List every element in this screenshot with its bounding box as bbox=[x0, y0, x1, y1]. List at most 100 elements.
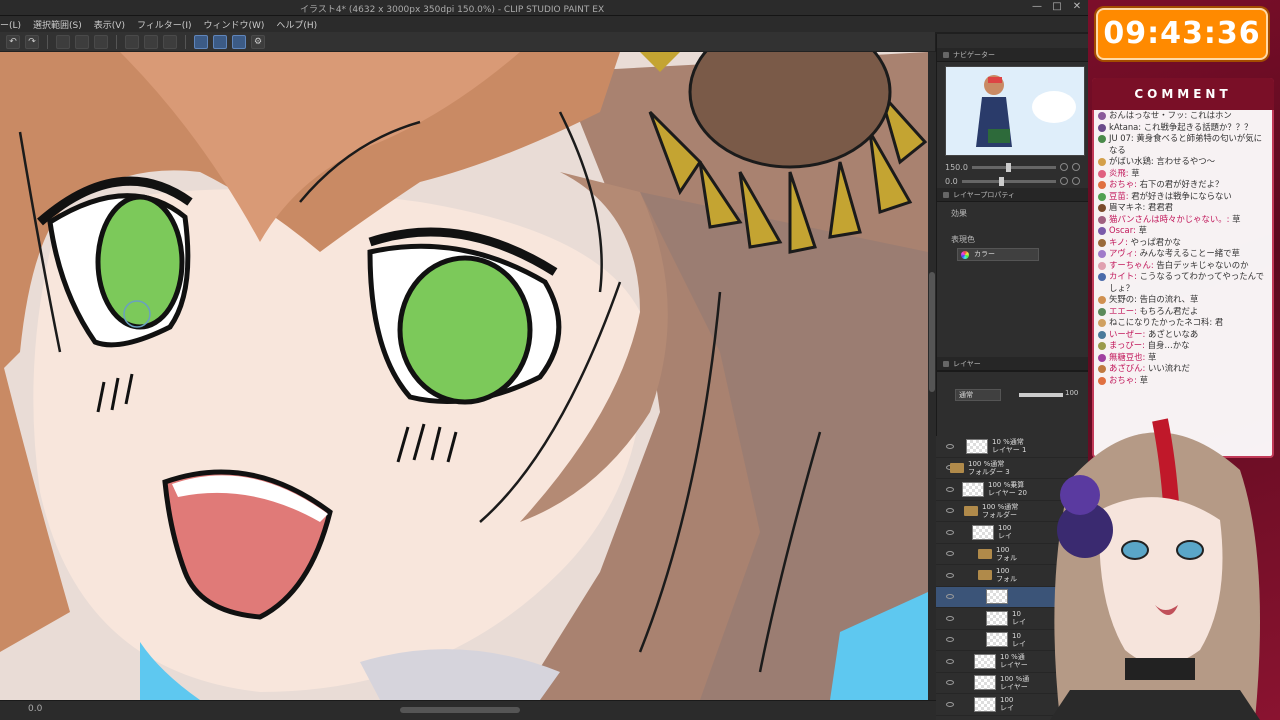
crop-icon[interactable] bbox=[144, 34, 158, 49]
commenter-name: JU 07: bbox=[1109, 133, 1134, 143]
layer-label: 100 フォル bbox=[996, 546, 1017, 562]
zoom-in-icon[interactable] bbox=[1072, 163, 1080, 171]
layer-name: レイヤー 1 bbox=[992, 446, 1027, 454]
window-controls: — □ ✕ bbox=[1032, 1, 1082, 13]
eye-icon[interactable] bbox=[946, 529, 954, 535]
invert-selection-icon[interactable] bbox=[163, 34, 177, 49]
fill-icon[interactable] bbox=[75, 34, 89, 49]
layer-label: 10 レイ bbox=[1012, 632, 1026, 648]
commenter-name: アヴィ: bbox=[1109, 248, 1137, 258]
vertical-scrollbar[interactable] bbox=[928, 52, 936, 700]
commenter-avatar-icon bbox=[1098, 169, 1106, 178]
minimize-icon[interactable]: — bbox=[1032, 1, 1042, 13]
commenter-avatar-icon bbox=[1098, 238, 1106, 247]
menu-window[interactable]: ウィンドウ(W) bbox=[203, 18, 264, 31]
layer-label: 10 %通 レイヤー bbox=[1000, 653, 1028, 669]
commenter-name: ねこになりたかったネコ科: bbox=[1109, 317, 1213, 327]
zoom-out-icon[interactable] bbox=[1060, 163, 1068, 171]
commenter-name: おんはっなせ・フッ: bbox=[1109, 110, 1188, 120]
folder-icon bbox=[964, 505, 978, 516]
comment-text: 草 bbox=[1145, 351, 1157, 362]
commenter-avatar-icon bbox=[1098, 204, 1106, 212]
commenter-avatar-icon bbox=[1098, 330, 1106, 339]
menu-view[interactable]: 表示(V) bbox=[94, 18, 125, 31]
eye-icon[interactable] bbox=[946, 637, 954, 643]
commenter-name: カイト: bbox=[1109, 271, 1137, 281]
transform-icon[interactable] bbox=[94, 34, 108, 49]
stream-timer: 09:43:36 bbox=[1096, 8, 1268, 60]
scroll-thumb[interactable] bbox=[929, 272, 935, 392]
expression-color-select[interactable]: カラー bbox=[957, 248, 1039, 261]
toolbar-divider bbox=[185, 34, 186, 49]
rotate-right-icon[interactable] bbox=[1072, 177, 1080, 185]
eye-icon[interactable] bbox=[946, 680, 954, 686]
comment-text: 言わせるやつ～ bbox=[1153, 156, 1215, 166]
navigator-preview[interactable] bbox=[945, 66, 1085, 156]
comment-item: 豆苗: 君が好きは戦争にならない bbox=[1098, 191, 1270, 203]
eye-icon[interactable] bbox=[946, 615, 954, 621]
comment-list: おんはっなせ・フッ: これはホン kAtana: これ戦争起きる話題か？？？ JU … bbox=[1098, 110, 1270, 386]
comment-item: 無糖豆也: 草 bbox=[1098, 352, 1270, 364]
layer-name: レイ bbox=[1012, 618, 1026, 626]
redo-icon[interactable]: ↷ bbox=[25, 34, 39, 49]
menu-help[interactable]: ヘルプ(H) bbox=[276, 18, 317, 31]
clear-icon[interactable] bbox=[56, 34, 70, 49]
settings-icon[interactable]: ⚙ bbox=[251, 34, 265, 49]
navigator-tab-label: ナビゲーター bbox=[953, 50, 995, 59]
layer-tab-label: レイヤー bbox=[953, 359, 981, 368]
rotate-slider[interactable] bbox=[961, 176, 1056, 186]
layer-name: レイヤー bbox=[1000, 682, 1028, 691]
deselect-icon[interactable] bbox=[125, 34, 139, 49]
comment-item: 眉マキネ: 君君君 bbox=[1098, 202, 1270, 214]
eye-icon[interactable] bbox=[946, 486, 954, 492]
comment-item: がばい水鶏: 言わせるやつ～ bbox=[1098, 156, 1270, 168]
commenter-avatar-icon bbox=[1098, 250, 1106, 258]
comment-text: 草 bbox=[1135, 225, 1147, 235]
menu-layer[interactable]: ー(L) bbox=[0, 18, 21, 31]
commenter-name: おちゃ: bbox=[1109, 179, 1137, 189]
eye-icon[interactable] bbox=[946, 701, 954, 707]
undo-icon[interactable]: ↶ bbox=[6, 34, 20, 49]
zoom-slider[interactable] bbox=[971, 162, 1056, 172]
rotate-slider-handle[interactable] bbox=[999, 176, 1005, 186]
comment-text: 右下の君が好きだよ？ bbox=[1136, 179, 1224, 189]
maximize-icon[interactable]: □ bbox=[1052, 1, 1062, 13]
menu-filter[interactable]: フィルター(I) bbox=[137, 18, 192, 31]
close-icon[interactable]: ✕ bbox=[1072, 1, 1082, 13]
eye-icon[interactable] bbox=[946, 594, 954, 600]
pen-mode-icon[interactable] bbox=[213, 34, 227, 49]
rotate-left-icon[interactable] bbox=[1060, 177, 1068, 185]
commenter-name: エエー: bbox=[1109, 305, 1137, 316]
comment-item: おちゃ: 右下の君が好きだよ？ bbox=[1098, 179, 1270, 191]
layer-property-tab[interactable]: レイヤープロパティ bbox=[937, 188, 1088, 202]
menu-selection[interactable]: 選択範囲(S) bbox=[33, 18, 82, 31]
vtuber-avatar bbox=[1050, 418, 1260, 720]
comment-text: 告白の流れ、草 bbox=[1136, 294, 1199, 304]
layer-tab[interactable]: レイヤー bbox=[937, 357, 1088, 371]
expression-color-value: カラー bbox=[974, 250, 995, 258]
eye-icon[interactable] bbox=[946, 658, 954, 664]
pen-mode-icon[interactable] bbox=[232, 34, 246, 49]
zoom-slider-handle[interactable] bbox=[1005, 162, 1011, 172]
layer-blend-percent: 100 %通 bbox=[1000, 674, 1030, 683]
commenter-avatar-icon bbox=[1098, 181, 1106, 189]
layer-label: 10 レイ bbox=[1012, 610, 1026, 626]
comment-item: 矢野の: 告白の流れ、草 bbox=[1098, 294, 1270, 306]
opacity-slider[interactable] bbox=[1019, 393, 1063, 397]
commenter-avatar-icon bbox=[1098, 296, 1106, 304]
navigator-tab[interactable]: ナビゲーター bbox=[937, 48, 1088, 62]
blend-mode-select[interactable]: 通常 bbox=[955, 389, 1001, 401]
eye-icon[interactable] bbox=[946, 508, 954, 514]
layer-label: 100 フォル bbox=[996, 567, 1017, 583]
layer-thumbnail bbox=[974, 696, 996, 712]
drawing-canvas[interactable] bbox=[0, 52, 928, 700]
eye-icon[interactable] bbox=[946, 551, 954, 557]
toolbar-divider bbox=[47, 34, 48, 49]
pen-mode-icon[interactable] bbox=[194, 34, 208, 49]
comment-header: COMMENT bbox=[1092, 78, 1274, 110]
eye-icon[interactable] bbox=[946, 572, 954, 578]
illustration bbox=[0, 52, 928, 700]
horizontal-scrollbar[interactable] bbox=[400, 707, 520, 713]
comment-item: おんはっなせ・フッ: これはホン bbox=[1098, 110, 1270, 122]
eye-icon[interactable] bbox=[946, 443, 954, 449]
